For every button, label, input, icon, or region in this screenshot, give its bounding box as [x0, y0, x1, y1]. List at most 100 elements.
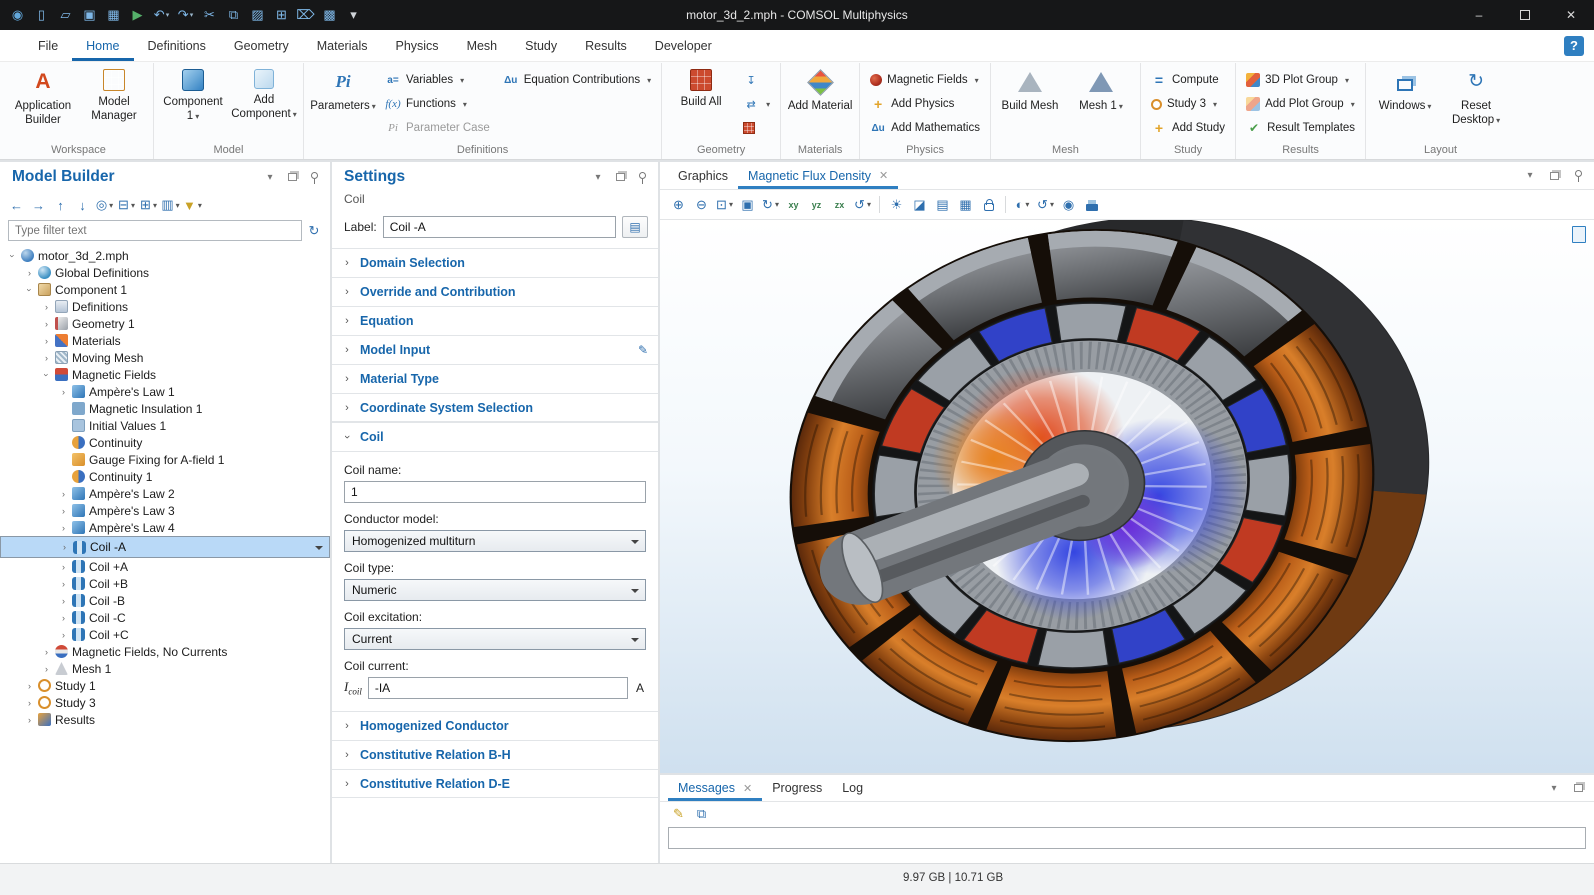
image-export-icon[interactable]: ▤ — [932, 194, 953, 215]
tree-item-motor-3d-2-mph[interactable]: ›motor_3d_2.mph — [0, 247, 330, 264]
expand-icon[interactable]: › — [59, 630, 68, 640]
tab-list-icon[interactable]: ▾ — [1522, 168, 1538, 184]
expand-icon[interactable]: › — [59, 579, 68, 589]
pin-panel-icon[interactable] — [634, 169, 650, 185]
virtual-operations-button[interactable] — [738, 117, 775, 139]
go-forward-icon[interactable]: → — [28, 195, 49, 216]
paste-icon[interactable]: ▨ — [246, 3, 269, 27]
reset-desktop-button[interactable]: ↻ Reset Desktop▾ — [1442, 63, 1510, 142]
expand-icon[interactable]: › — [59, 596, 68, 606]
tree-item-coil-b[interactable]: ›Coil -B — [0, 592, 330, 609]
zoom-extents-icon[interactable]: ▣ — [737, 194, 758, 215]
expand-icon[interactable]: › — [25, 715, 34, 725]
tree-item-gauge-fixing-for-a-field-1[interactable]: Gauge Fixing for A-field 1 — [0, 451, 330, 468]
expand-icon[interactable]: › — [60, 542, 69, 552]
transparency-icon[interactable]: ◪ — [909, 194, 930, 215]
expand-icon[interactable]: › — [25, 698, 34, 708]
model-tree-nodes-icon[interactable]: ▥▾ — [160, 195, 181, 216]
toggle-name-button[interactable]: ▤ — [622, 216, 648, 238]
tree-item-coil-a[interactable]: ›Coil +A — [0, 558, 330, 575]
coil-name-input[interactable] — [344, 481, 646, 503]
tab-graphics[interactable]: Graphics — [668, 162, 738, 189]
tree-item-coil-c[interactable]: ›Coil -C — [0, 609, 330, 626]
section-override-and-contribution[interactable]: ›Override and Contribution — [332, 277, 658, 306]
lock-axis-icon[interactable] — [978, 194, 999, 215]
parameters-button[interactable]: Pi Parameters▾ — [309, 63, 377, 142]
model-manager-button[interactable]: Model Manager — [80, 63, 148, 142]
comsol-logo-icon[interactable]: ◉ — [6, 3, 29, 27]
collapse-all-icon[interactable]: ⊟▾ — [116, 195, 137, 216]
menu-tab-definitions[interactable]: Definitions — [134, 30, 220, 61]
collapse-icon[interactable]: › — [8, 251, 18, 260]
snapshot-icon[interactable]: ◉ — [1058, 194, 1079, 215]
new-file-icon[interactable]: ▯ — [30, 3, 53, 27]
view-xy-icon[interactable]: xy — [783, 194, 804, 215]
cut-icon[interactable]: ✂ — [198, 3, 221, 27]
expand-icon[interactable]: › — [59, 613, 68, 623]
move-down-icon[interactable]: ↓ — [72, 195, 93, 216]
panel-menu-icon[interactable]: ▾ — [590, 169, 606, 185]
tree-item-results[interactable]: ›Results — [0, 711, 330, 728]
coil-current-input[interactable] — [368, 677, 628, 699]
tree-item-definitions[interactable]: ›Definitions — [0, 298, 330, 315]
build-mesh-button[interactable]: Build Mesh — [996, 63, 1064, 142]
print-icon[interactable] — [1081, 194, 1102, 215]
zoom-selected-icon[interactable]: ⊡▾ — [714, 194, 735, 215]
messages-content[interactable] — [668, 827, 1586, 849]
expand-icon[interactable]: › — [42, 353, 51, 363]
tree-item-coil-a[interactable]: ›Coil -A — [0, 536, 330, 558]
expand-icon[interactable]: › — [59, 506, 68, 516]
tree-item-coil-c[interactable]: ›Coil +C — [0, 626, 330, 643]
section-constitutive-relation-b-h[interactable]: ›Constitutive Relation B-H — [332, 740, 658, 769]
filter-refresh-icon[interactable]: ↻ — [306, 223, 322, 239]
tab-messages[interactable]: Messages ✕ — [668, 775, 762, 801]
section-material-type[interactable]: ›Material Type — [332, 364, 658, 393]
coil-excitation-select[interactable]: Current — [344, 628, 646, 650]
tree-item-moving-mesh[interactable]: ›Moving Mesh — [0, 349, 330, 366]
undo-icon[interactable]: ↶▾ — [150, 3, 173, 27]
menu-tab-geometry[interactable]: Geometry — [220, 30, 303, 61]
tree-item-amp-re-s-law-2[interactable]: ›Ampère's Law 2 — [0, 485, 330, 502]
pin-panel-icon[interactable] — [306, 169, 322, 185]
save-as-icon[interactable]: ▦ — [102, 3, 125, 27]
show-icon[interactable]: ◎▾ — [94, 195, 115, 216]
collapse-icon[interactable]: › — [42, 370, 52, 379]
environment-icon[interactable]: ↺▾ — [1035, 194, 1056, 215]
float-panel-icon[interactable] — [1570, 780, 1586, 796]
result-templates-button[interactable]: ✔ Result Templates — [1241, 117, 1360, 139]
application-builder-button[interactable]: A Application Builder — [9, 63, 77, 142]
add-mathematics-button[interactable]: Δu Add Mathematics — [865, 117, 985, 139]
delete-icon[interactable]: ⌦ — [294, 3, 317, 27]
menu-tab-mesh[interactable]: Mesh — [453, 30, 512, 61]
open-file-icon[interactable]: ▱ — [54, 3, 77, 27]
section-equation[interactable]: ›Equation — [332, 306, 658, 335]
plot-info-icon[interactable] — [1572, 226, 1586, 243]
build-all-button[interactable]: Build All — [667, 63, 735, 142]
close-tab-icon[interactable]: ✕ — [743, 782, 752, 795]
expand-all-icon[interactable]: ⊞▾ — [138, 195, 159, 216]
add-material-button[interactable]: Add Material — [786, 63, 854, 142]
graphics-canvas[interactable] — [660, 220, 1594, 773]
section-model-input[interactable]: ›Model Input✎ — [332, 335, 658, 364]
section-domain-selection[interactable]: ›Domain Selection — [332, 248, 658, 277]
expand-icon[interactable]: › — [42, 664, 51, 674]
scene-light-icon[interactable]: ☀ — [886, 194, 907, 215]
menu-tab-physics[interactable]: Physics — [381, 30, 452, 61]
menu-tab-results[interactable]: Results — [571, 30, 641, 61]
parameter-case-button[interactable]: Pi Parameter Case — [380, 117, 495, 139]
mesh-1-button[interactable]: Mesh 1▾ — [1067, 63, 1135, 142]
panel-menu-icon[interactable]: ▾ — [262, 169, 278, 185]
component-1-button[interactable]: Component 1▾ — [159, 63, 227, 142]
import-geometry-button[interactable]: ↧ — [738, 69, 775, 91]
expand-icon[interactable]: › — [59, 562, 68, 572]
equation-contributions-button[interactable]: Δu Equation Contributions▾ — [498, 69, 656, 91]
tree-item-continuity-1[interactable]: Continuity 1 — [0, 468, 330, 485]
study-3-button[interactable]: Study 3▾ — [1146, 93, 1230, 115]
zoom-in-icon[interactable]: ⊕ — [668, 194, 689, 215]
tab-log[interactable]: Log — [832, 775, 873, 801]
tree-item-magnetic-fields-no-currents[interactable]: ›Magnetic Fields, No Currents — [0, 643, 330, 660]
conductor-model-select[interactable]: Homogenized multiturn — [344, 530, 646, 552]
tree-item-global-definitions[interactable]: ›Global Definitions — [0, 264, 330, 281]
tree-item-magnetic-insulation-1[interactable]: Magnetic Insulation 1 — [0, 400, 330, 417]
filter-icon[interactable]: ▼▾ — [182, 195, 203, 216]
